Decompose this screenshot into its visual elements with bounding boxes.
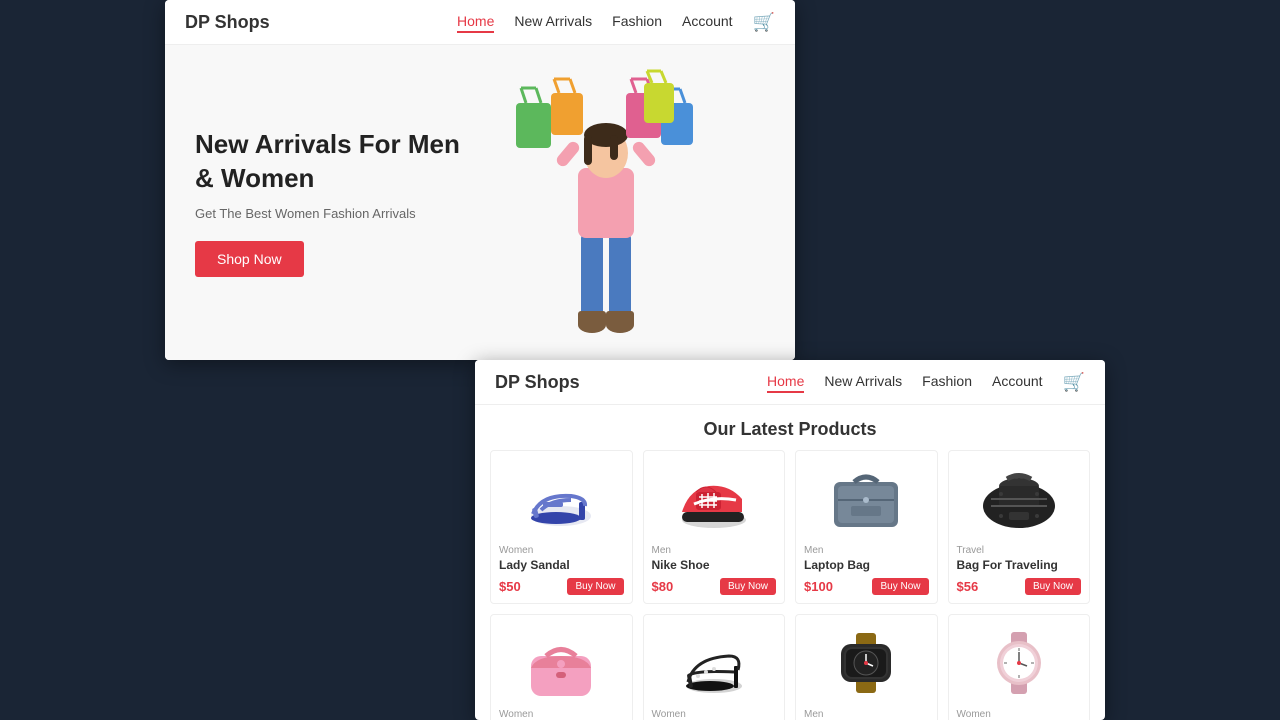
product-image-nike-shoe [652,459,777,539]
cart-icon-hero[interactable]: 🛒 [753,12,775,32]
buy-now-lady-sandal[interactable]: Buy Now [567,578,623,595]
nav-new-arrivals-products[interactable]: New Arrivals [824,373,902,389]
product-name-travel-bag: Bag For Traveling [957,558,1082,572]
nav-account-hero[interactable]: Account [682,13,733,29]
nav-fashion-products[interactable]: Fashion [922,373,972,389]
nav-new-arrivals-hero[interactable]: New Arrivals [514,13,592,29]
brand-logo-hero[interactable]: DP Shops [185,12,270,33]
buy-now-nike-shoe[interactable]: Buy Now [720,578,776,595]
product-price-lady-sandal: $50 [499,579,521,594]
product-image-smart-watch [804,623,929,703]
product-category-handbag: Women [499,709,624,720]
product-category-laptop-bag: Men [804,545,929,556]
product-card-ladies-watch: Women Ladies Watch $95 Buy Now [948,614,1091,720]
product-price-travel-bag: $56 [957,579,979,594]
product-image-handbag [499,623,624,703]
product-footer-lady-sandal: $50 Buy Now [499,578,624,595]
product-name-laptop-bag: Laptop Bag [804,558,929,572]
buy-now-laptop-bag[interactable]: Buy Now [872,578,928,595]
product-category-travel-bag: Travel [957,545,1082,556]
product-card-lady-sandal: Women Lady Sandal $50 Buy Now [490,450,633,604]
hero-section: New Arrivals For Men & Women Get The Bes… [165,45,795,360]
brand-logo-products[interactable]: DP Shops [495,372,580,393]
product-footer-laptop-bag: $100 Buy Now [804,578,929,595]
product-image-travel-bag [957,459,1082,539]
product-category-heeled-sandal: Women [652,709,777,720]
product-card-laptop-bag: Men Laptop Bag $100 Buy Now [795,450,938,604]
product-category-nike-shoe: Men [652,545,777,556]
product-image-heeled-sandal [652,623,777,703]
products-grid: Women Lady Sandal $50 Buy Now [475,450,1105,720]
nav-links-hero: Home New Arrivals Fashion Account 🛒 [457,12,775,33]
product-image-laptop-bag [804,459,929,539]
product-category-ladies-watch: Women [957,709,1082,720]
navbar-products: DP Shops Home New Arrivals Fashion Accou… [475,360,1105,405]
product-card-smart-watch: Men Smart Watch $120 Buy Now [795,614,938,720]
product-image-lady-sandal [499,459,624,539]
product-name-nike-shoe: Nike Shoe [652,558,777,572]
nav-fashion-hero[interactable]: Fashion [612,13,662,29]
product-card-heeled-sandal: Women Heeled Sandal $65 Buy Now [643,614,786,720]
cart-icon-products[interactable]: 🛒 [1063,372,1085,392]
nav-account-products[interactable]: Account [992,373,1043,389]
product-footer-nike-shoe: $80 Buy Now [652,578,777,595]
nav-links-products: Home New Arrivals Fashion Account 🛒 [767,372,1085,393]
product-card-handbag: Women Pink Handbag $45 Buy Now [490,614,633,720]
product-category-smart-watch: Men [804,709,929,720]
hero-title: New Arrivals For Men & Women [195,128,482,196]
hero-content: New Arrivals For Men & Women Get The Bes… [165,88,512,317]
product-footer-travel-bag: $56 Buy Now [957,578,1082,595]
product-card-travel-bag: Travel Bag For Traveling $56 Buy Now [948,450,1091,604]
products-window: DP Shops Home New Arrivals Fashion Accou… [475,360,1105,720]
product-image-ladies-watch [957,623,1082,703]
nav-home-hero[interactable]: Home [457,13,494,33]
buy-now-travel-bag[interactable]: Buy Now [1025,578,1081,595]
nav-home-products[interactable]: Home [767,373,804,393]
shop-now-button[interactable]: Shop Now [195,241,304,277]
product-price-nike-shoe: $80 [652,579,674,594]
product-category-lady-sandal: Women [499,545,624,556]
hero-window: DP Shops Home New Arrivals Fashion Accou… [165,0,795,360]
hero-subtitle: Get The Best Women Fashion Arrivals [195,206,482,221]
section-title: Our Latest Products [475,405,1105,450]
product-card-nike-shoe: Men Nike Shoe $80 Buy Now [643,450,786,604]
product-name-lady-sandal: Lady Sandal [499,558,624,572]
navbar-hero: DP Shops Home New Arrivals Fashion Accou… [165,0,795,45]
product-price-laptop-bag: $100 [804,579,833,594]
